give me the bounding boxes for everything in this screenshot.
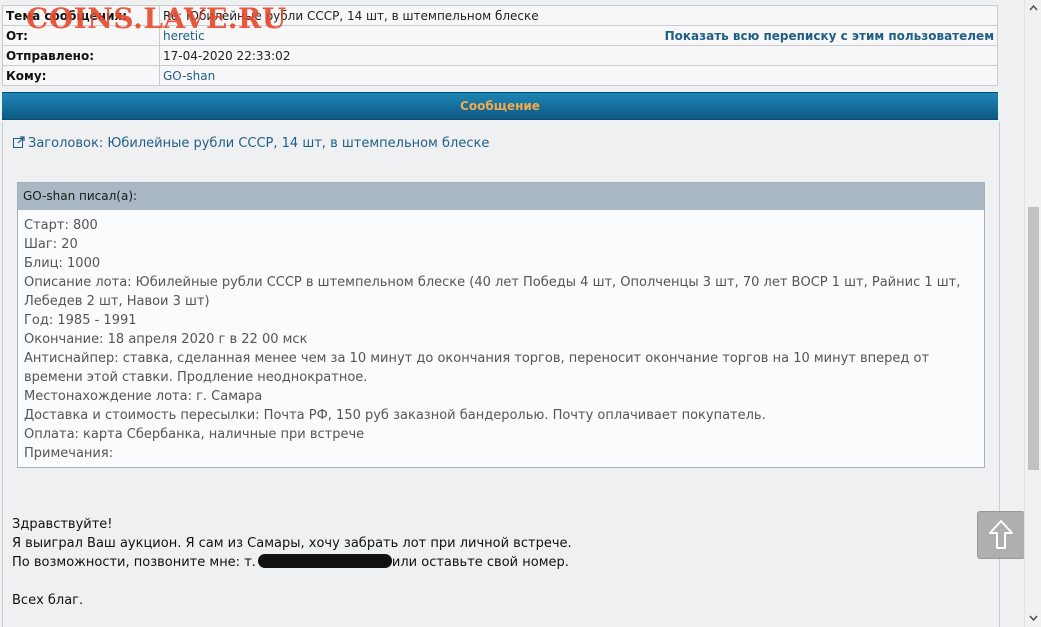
reply-closing: Всех благ. — [12, 593, 84, 608]
quote-line: Примечания: — [24, 446, 114, 461]
reply-phone-suffix: или оставьте свой номер. — [391, 555, 569, 570]
message-title-text: Заголовок: Юбилейные рубли СССР, 14 шт, … — [28, 136, 490, 151]
reply-greeting: Здравствуйте! — [12, 517, 113, 532]
quote-line: Год: 1985 - 1991 — [24, 313, 137, 328]
quote-line: Блиц: 1000 — [24, 256, 101, 271]
quote-line: Доставка и стоимость пересылки: Почта РФ… — [24, 408, 766, 423]
message-body: Заголовок: Юбилейные рубли СССР, 14 шт, … — [2, 122, 1000, 627]
quote-line: Старт: 800 — [24, 218, 98, 233]
arrow-up-icon — [989, 520, 1013, 549]
reply-line: Я выиграл Ваш аукцион. Я сам из Самары, … — [12, 536, 572, 551]
sent-row: Отправлено: 17-04-2020 22:33:02 — [2, 45, 998, 66]
sent-value: 17-04-2020 22:33:02 — [159, 45, 998, 66]
quote-content: Старт: 800 Шаг: 20 Блиц: 1000 Описание л… — [18, 210, 984, 463]
to-cell: GO-shan — [159, 65, 998, 86]
page-scrollbar[interactable] — [1024, 0, 1041, 627]
sent-label: Отправлено: — [2, 45, 160, 66]
from-label: От: — [2, 25, 160, 46]
reply-phone-line: По возможности, позвоните мне: т. или ост… — [12, 553, 572, 572]
reply-text: Здравствуйте! Я выиграл Ваш аукцион. Я с… — [12, 515, 572, 610]
redacted-phone-number — [257, 554, 392, 568]
message-title[interactable]: Заголовок: Юбилейные рубли СССР, 14 шт, … — [13, 136, 489, 151]
quote-line: Шаг: 20 — [24, 237, 78, 252]
quote-line: Местонахождение лота: г. Самара — [24, 389, 263, 404]
external-link-icon — [13, 136, 25, 148]
subject-row: Тема сообщения: Re: Юбилейные рубли СССР… — [2, 5, 998, 26]
reply-phone-prefix: По возможности, позвоните мне: т. — [12, 555, 256, 570]
scrollbar-thumb[interactable] — [1028, 207, 1039, 470]
quote-line: Описание лота: Юбилейные рубли СССР в шт… — [24, 275, 961, 309]
to-label: Кому: — [2, 65, 160, 86]
quote-block: GO-shan писал(а): Старт: 800 Шаг: 20 Бли… — [17, 182, 985, 468]
scroll-to-top-button[interactable] — [977, 511, 1025, 559]
reply-spacer — [12, 572, 572, 591]
show-correspondence-link[interactable]: Показать всю переписку с этим пользовате… — [665, 29, 994, 43]
from-row: От: heretic Показать всю переписку с эти… — [2, 25, 998, 46]
to-row: Кому: GO-shan — [2, 65, 998, 86]
from-user-link[interactable]: heretic — [163, 29, 205, 43]
message-header-table: Тема сообщения: Re: Юбилейные рубли СССР… — [2, 5, 998, 86]
quote-line: Окончание: 18 апреля 2020 г в 22 00 мск — [24, 332, 308, 347]
from-cell: heretic Показать всю переписку с этим по… — [159, 25, 998, 46]
subject-value: Re: Юбилейные рубли СССР, 14 шт, в штемп… — [159, 5, 998, 26]
scroll-up-arrow-icon[interactable] — [1028, 3, 1039, 14]
scroll-down-arrow-icon[interactable] — [1028, 612, 1039, 623]
to-user-link[interactable]: GO-shan — [163, 69, 215, 83]
quote-author: GO-shan писал(а): — [18, 183, 984, 210]
quote-line: Антиснайпер: ставка, сделанная менее чем… — [24, 351, 930, 385]
quote-line: Оплата: карта Сбербанка, наличные при вс… — [24, 427, 365, 442]
page: Тема сообщения: Re: Юбилейные рубли СССР… — [0, 0, 1025, 627]
message-section-bar: Сообщение — [2, 92, 998, 120]
subject-label: Тема сообщения: — [2, 5, 160, 26]
